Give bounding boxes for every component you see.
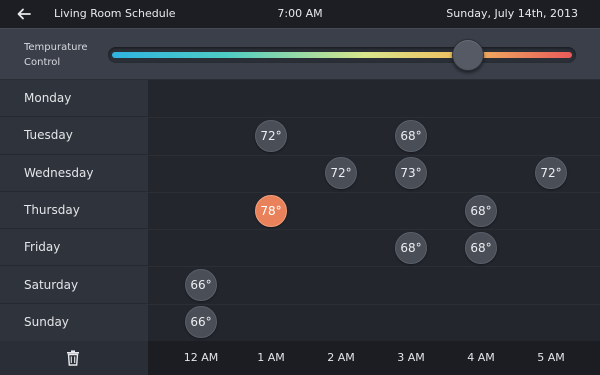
grid-row-divider [148, 117, 600, 119]
temperature-slot[interactable]: 72° [255, 119, 287, 152]
hour-label: 1 AM [257, 351, 285, 364]
temperature-slot[interactable]: 68° [395, 231, 427, 264]
temperature-slot[interactable]: 66° [185, 269, 217, 302]
hour-label: 5 AM [537, 351, 565, 364]
hour-label: 12 AM [183, 351, 219, 364]
temperature-slider[interactable] [108, 39, 576, 71]
temperature-control-label: Tempurature Control [24, 42, 88, 68]
day-row-tuesday: Tuesday [0, 117, 148, 155]
day-row-friday: Friday [0, 229, 148, 267]
day-row-saturday: Saturday [0, 266, 148, 304]
current-date: Sunday, July 14th, 2013 [446, 7, 578, 20]
temperature-control-bar: Tempurature Control [0, 28, 600, 80]
temperature-slider-thumb[interactable] [452, 39, 485, 71]
temperature-slot[interactable]: 72° [325, 157, 357, 190]
grid-row-divider [148, 266, 600, 268]
trash-icon[interactable] [66, 350, 80, 366]
day-row-sunday: Sunday [24, 315, 69, 330]
day-row-wednesday: Wednesday [0, 155, 148, 192]
temperature-slot[interactable]: 78° [255, 194, 287, 227]
temperature-slot[interactable]: 72° [535, 157, 567, 190]
temperature-slot[interactable]: 66° [185, 306, 217, 339]
delete-area [0, 341, 148, 375]
schedule-grid[interactable]: 72° 68° 72° 73° 72° 78° 68° 68° 68° 66° 66° [148, 80, 600, 341]
hour-axis: 12 AM 1 AM 2 AM 3 AM 4 AM 5 AM [148, 341, 600, 375]
temperature-slot[interactable]: 68° [465, 194, 497, 227]
grid-row-divider [148, 229, 600, 231]
top-bar: Living Room Schedule 7:00 AM Sunday, Jul… [0, 0, 600, 28]
hour-label: 3 AM [397, 351, 425, 364]
hour-label: 4 AM [467, 351, 495, 364]
grid-row-divider [148, 303, 600, 305]
day-list: Monday Tuesday Wednesday Thursday Friday Satu… [0, 80, 148, 341]
grid-row-divider [148, 154, 600, 156]
hour-label: 2 AM [327, 351, 355, 364]
day-row-monday: Monday [0, 80, 148, 118]
temperature-slot[interactable]: 68° [465, 231, 497, 264]
temperature-gradient [112, 52, 572, 58]
day-row-thursday: Thursday [0, 192, 148, 230]
temperature-slot[interactable]: 68° [395, 119, 427, 152]
temperature-slot[interactable]: 73° [395, 157, 427, 190]
grid-row-divider [148, 191, 600, 193]
